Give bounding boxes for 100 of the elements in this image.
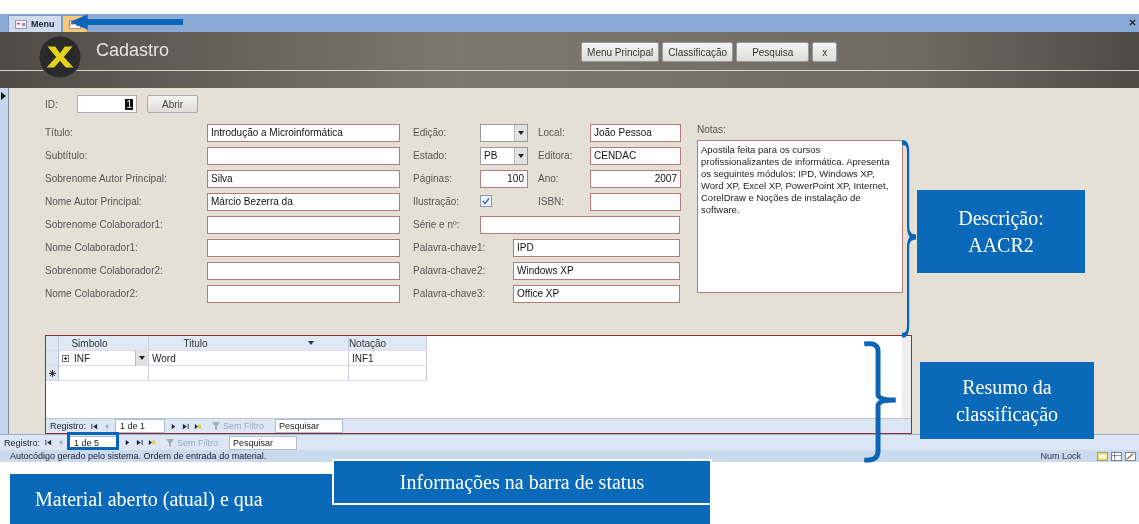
search-field[interactable]: Pesquisar	[229, 435, 298, 450]
field-label: Sobrenome Colaborador1:	[45, 219, 164, 230]
field-label: Nome Autor Principal:	[45, 196, 143, 207]
table-cell[interactable]	[349, 366, 427, 381]
input-field[interactable]: Windows XP	[513, 261, 680, 280]
input-field[interactable]: Silva	[207, 169, 400, 188]
header-button[interactable]: x	[812, 42, 838, 62]
input-field[interactable]	[480, 215, 680, 234]
field-label: Palavra-chave1:	[413, 242, 487, 253]
new-record-icon[interactable]	[148, 439, 155, 446]
previous-record-icon[interactable]	[57, 439, 64, 446]
input-field[interactable]: Office XP	[513, 284, 680, 303]
expand-icon[interactable]	[61, 354, 69, 362]
design-view-icon[interactable]	[1125, 451, 1136, 461]
filter-icon	[166, 438, 174, 447]
checkbox[interactable]	[480, 194, 492, 207]
field-label: Páginas:	[413, 173, 453, 184]
notes-field[interactable]: Apostila feita para os cursos profissionalizantes de informática. Apresenta os seguintes módulos: IPD, Windows XP, Word XP, Excel XP, PowerPoint XP, Internet, CorelDraw e Noções de instalação de software.	[697, 140, 903, 293]
field-label: Ano:	[537, 173, 560, 184]
field-label: ISBN:	[537, 196, 566, 207]
last-record-icon[interactable]	[136, 439, 143, 446]
previous-record-icon[interactable]	[103, 422, 110, 430]
filter-icon	[212, 422, 220, 430]
input-field[interactable]	[207, 146, 400, 165]
field-label: Palavra-chave2:	[413, 265, 487, 276]
table-cell[interactable]	[71, 366, 149, 381]
input-field[interactable]	[207, 261, 400, 280]
select-all-cell[interactable]	[46, 336, 59, 351]
new-record-icon	[48, 369, 56, 377]
field-label: ID:	[45, 98, 59, 110]
column-header[interactable]: Simbolo	[71, 336, 149, 351]
field-label: Série e nº:	[413, 219, 461, 230]
caret-icon	[518, 153, 524, 158]
input-field[interactable]: Márcio Bezerra da	[207, 192, 400, 211]
form-icon	[15, 19, 27, 29]
field-label: Estado:	[413, 150, 448, 161]
form-view-icon[interactable]	[1097, 451, 1108, 461]
last-record-icon[interactable]	[182, 422, 189, 430]
input-field[interactable]: 100	[480, 169, 528, 188]
search-field[interactable]: Pesquisar	[275, 419, 344, 433]
open-button[interactable]: Abrir	[147, 95, 199, 113]
field-label: Ilustração:	[413, 196, 461, 207]
field-label: Nome Colaborador2:	[45, 288, 139, 299]
datasheet-view-icon[interactable]	[1111, 451, 1122, 461]
next-record-icon[interactable]	[170, 422, 177, 430]
table-cell[interactable]	[149, 366, 349, 381]
header-button[interactable]: Menu Principal	[581, 42, 660, 62]
highlight-frame	[67, 432, 119, 450]
field-label: Título:	[45, 127, 74, 138]
input-field[interactable]: IPD	[513, 238, 680, 257]
record-selector[interactable]	[0, 88, 9, 434]
status-text: Autocódigo gerado pelo sistema. Ordem de entrada do material.	[10, 451, 267, 461]
dropdown-field[interactable]: PB	[480, 146, 528, 165]
field-label: Sobrenome Colaborador2:	[45, 265, 164, 276]
field-label: Editora:	[537, 150, 574, 161]
column-header[interactable]: Notação	[349, 336, 427, 351]
input-field[interactable]: CENDAC	[590, 146, 681, 165]
close-icon[interactable]	[1129, 19, 1136, 26]
next-record-icon[interactable]	[124, 439, 131, 446]
record-position-field[interactable]: 1 de 1	[115, 419, 165, 433]
first-record-icon[interactable]	[91, 422, 98, 430]
new-record-icon[interactable]	[194, 422, 201, 430]
input-field[interactable]	[207, 238, 400, 257]
caret-icon	[307, 341, 314, 345]
table-cell: INF1	[349, 351, 427, 366]
field-label: Palavra-chave3:	[413, 288, 487, 299]
table-cell: INF	[71, 351, 149, 366]
field-label: Sobrenome Autor Principal:	[45, 173, 168, 184]
header-button[interactable]: Pesquisa	[736, 42, 810, 62]
form-title: Cadastro	[96, 39, 170, 61]
input-field[interactable]: 2007	[590, 169, 681, 188]
document-tab[interactable]: Menu	[8, 15, 62, 32]
dropdown-field[interactable]	[480, 123, 528, 142]
callout: Resumo da classificação	[920, 362, 1094, 439]
caret-icon	[518, 130, 524, 135]
field-label: Nome Colaborador1:	[45, 242, 139, 253]
table-cell: Word	[149, 351, 349, 366]
field-label: Notas:	[697, 123, 727, 137]
input-field[interactable]	[207, 284, 400, 303]
row-selector[interactable]	[46, 366, 59, 381]
input-field[interactable]	[207, 215, 400, 234]
header-cell	[59, 336, 71, 351]
logo-icon	[38, 35, 82, 79]
header-button[interactable]: Classificação	[662, 42, 734, 62]
field-label: Subtítulo:	[45, 150, 89, 161]
column-header[interactable]: Titulo	[149, 336, 349, 351]
navigator-label: Registro:	[50, 421, 86, 431]
input-field[interactable]	[590, 192, 681, 211]
first-record-icon[interactable]	[45, 439, 52, 446]
field-label: Local:	[537, 127, 566, 138]
caret-icon	[139, 356, 145, 360]
input-field[interactable]: João Pessoa	[590, 123, 681, 142]
callout: Descrição: AACR2	[917, 190, 1085, 273]
callout: Informações na barra de status	[332, 459, 712, 505]
id-field[interactable]: 1	[77, 95, 137, 113]
field-label: Edição:	[413, 127, 448, 138]
input-field[interactable]: Introdução a Microinformática	[207, 123, 400, 142]
num-lock-indicator: Num Lock	[1040, 451, 1081, 461]
navigator-label: Registro:	[4, 437, 40, 448]
current-record-icon	[1, 92, 6, 100]
